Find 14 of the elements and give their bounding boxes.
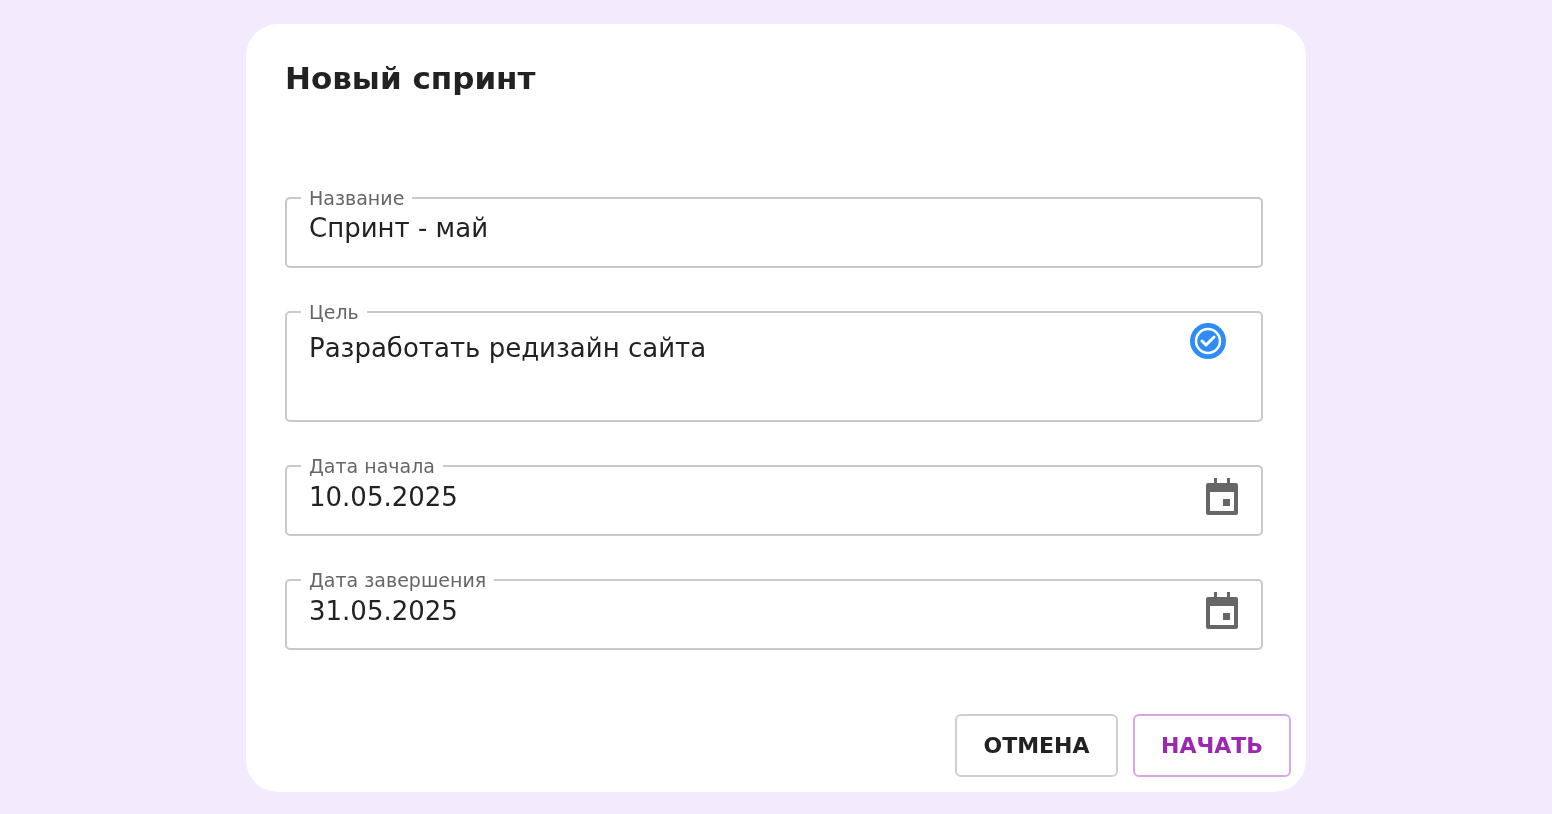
field-label: Дата начала (308, 454, 436, 478)
field-value: Разработать редизайн сайта (309, 332, 708, 365)
field-label: Дата завершения (308, 568, 488, 592)
cancel-button[interactable]: ОТМЕНА (955, 714, 1118, 777)
field-value: Спринт - май (309, 212, 490, 245)
calendar-icon[interactable] (1205, 592, 1239, 630)
field-label: Цель (308, 300, 360, 324)
check-circle-icon (1189, 322, 1227, 360)
dialog-title: Новый спринт (285, 59, 537, 98)
start-button[interactable]: НАЧАТЬ (1133, 714, 1291, 777)
field-value: 31.05.2025 (309, 595, 459, 628)
field-label: Название (308, 186, 406, 210)
calendar-icon[interactable] (1205, 478, 1239, 516)
field-value: 10.05.2025 (309, 481, 459, 514)
